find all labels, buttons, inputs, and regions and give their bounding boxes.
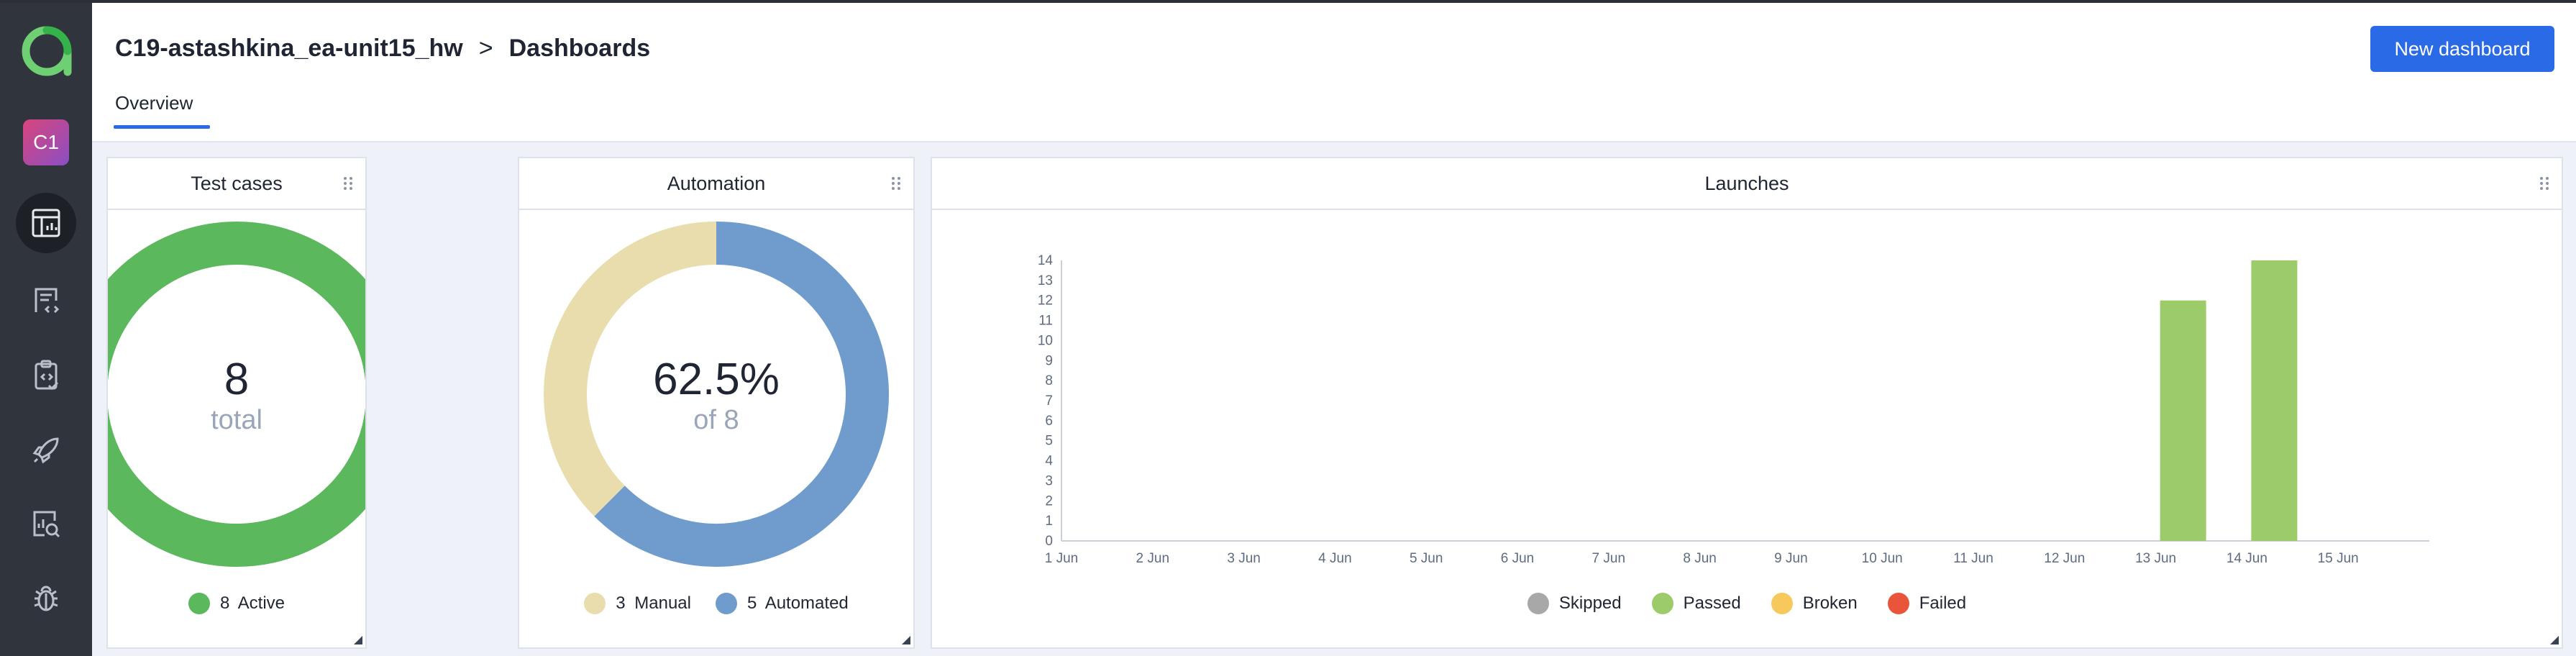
legend-item-manual[interactable]: 3 Manual [584,593,691,614]
y-tick-label: 2 [1045,493,1053,509]
legend-label: Manual [634,593,691,613]
legend-item-automated[interactable]: 5 Automated [715,593,849,614]
active-tab-indicator [114,125,210,129]
y-tick-label: 5 [1045,434,1053,449]
x-tick-label: 13 Jun [2135,551,2176,566]
sidebar: C1 [0,3,92,656]
legend-swatch [188,593,210,614]
legend-label: Broken [1802,593,1858,613]
x-tick-label: 12 Jun [2044,551,2085,566]
drag-handle-icon[interactable] [2539,176,2550,191]
drag-handle-icon[interactable] [890,176,902,191]
legend-swatch [1771,593,1793,614]
legend-item-broken[interactable]: Broken [1771,593,1858,614]
legend-label: Skipped [1558,593,1622,613]
y-tick-label: 0 [1045,534,1053,549]
breadcrumb-project-link[interactable]: C19-astashkina_ea-unit15_hw [115,35,463,63]
automation-widget: Automation 62.5% of 8 3 Manual 5 Automat… [518,157,915,649]
drag-handle-icon[interactable] [342,176,354,191]
test-cases-donut: 8 total [64,210,409,584]
widget-header: Automation [519,158,913,210]
allure-logo-icon[interactable] [22,26,72,76]
widget-title: Test cases [191,172,283,194]
total-label: total [211,405,262,435]
bar-passed[interactable] [2251,260,2298,541]
x-tick-label: 9 Jun [1774,551,1807,566]
legend-item-skipped[interactable]: Skipped [1527,593,1622,614]
x-tick-label: 10 Jun [1862,551,1903,566]
legend-count: 3 [616,593,626,613]
legend-swatch [1651,593,1673,614]
legend-label: Automated [764,593,849,613]
legend-swatch [1887,593,1909,614]
x-tick-label: 7 Jun [1592,551,1625,566]
legend-swatch [584,593,606,614]
resize-handle-icon[interactable] [2550,636,2559,644]
tab-overview[interactable]: Overview [115,92,193,114]
x-tick-label: 14 Jun [2226,551,2267,566]
report-search-icon[interactable] [16,493,76,554]
widget-header: Launches [932,158,2562,210]
x-tick-label: 4 Jun [1318,551,1351,566]
page-header: C19-astashkina_ea-unit15_hw > Dashboards… [92,3,2576,142]
test-cases-legend: 8 Active [108,593,365,614]
x-tick-label: 3 Jun [1227,551,1260,566]
breadcrumb-separator-icon: > [478,35,493,62]
y-tick-label: 11 [1038,314,1053,329]
y-tick-label: 13 [1038,273,1053,288]
y-tick-label: 14 [1038,253,1054,268]
y-tick-label: 10 [1038,333,1053,348]
legend-swatch [715,593,737,614]
launches-legend: Skipped Passed Broken Failed [932,593,2562,614]
launches-widget: Launches 0 1 2 3 4 5 6 7 8 9 10 11 12 13 14 1 Jun 2 Jun 3… [931,157,2563,649]
y-tick-label: 7 [1045,393,1053,409]
automation-legend: 3 Manual 5 Automated [519,593,913,614]
legend-item-failed[interactable]: Failed [1887,593,1967,614]
launches-bar-chart: 012345678910111213141 Jun 2 Jun 3 Jun 4 Jun… [1038,253,2429,566]
legend-swatch [1527,593,1549,614]
automation-percent: 62.5% [653,355,780,404]
x-tick-label: 11 Jun [1953,551,1993,566]
x-tick-label: 8 Jun [1683,551,1716,566]
automation-donut: 62.5% of 8 [519,210,913,584]
y-tick-label: 3 [1045,473,1053,488]
x-tick-label: 2 Jun [1136,551,1169,566]
y-tick-label: 12 [1038,293,1053,309]
automation-of-label: of 8 [693,405,739,435]
bar-passed[interactable] [2160,300,2206,541]
x-tick-label: 15 Jun [2318,551,2359,566]
widget-title: Automation [667,172,766,194]
y-tick-label: 8 [1045,373,1053,388]
bug-icon[interactable] [16,568,76,629]
dashboard-icon[interactable] [16,193,76,253]
new-dashboard-button[interactable]: New dashboard [2370,26,2554,72]
x-tick-label: 6 Jun [1501,551,1534,566]
y-tick-label: 1 [1045,514,1053,529]
y-tick-label: 6 [1045,414,1053,429]
clipboard-check-icon[interactable] [16,345,76,406]
legend-item-active[interactable]: 8 Active [188,593,285,614]
test-cases-widget: Test cases 8 total 8 Active [64,157,409,649]
page-title: Dashboards [508,35,651,62]
legend-label: Active [237,593,286,613]
resize-handle-icon[interactable] [902,636,910,644]
widget-title: Launches [1704,172,1789,194]
legend-item-passed[interactable]: Passed [1651,593,1741,614]
resize-handle-icon[interactable] [354,636,362,644]
rocket-icon[interactable] [16,420,76,480]
legend-count: 5 [746,593,757,613]
x-tick-label: 1 Jun [1045,551,1078,566]
legend-label: Passed [1683,593,1741,613]
x-tick-label: 5 Jun [1410,551,1443,566]
project-badge[interactable]: C1 [23,119,69,165]
widget-header: Test cases [108,158,365,210]
legend-count: 8 [219,593,230,613]
code-document-icon[interactable] [16,270,76,331]
total-count: 8 [224,355,250,404]
y-tick-label: 9 [1045,353,1053,368]
y-tick-label: 4 [1045,454,1053,469]
breadcrumb: C19-astashkina_ea-unit15_hw > Dashboards [115,35,650,63]
legend-label: Failed [1919,593,1967,613]
